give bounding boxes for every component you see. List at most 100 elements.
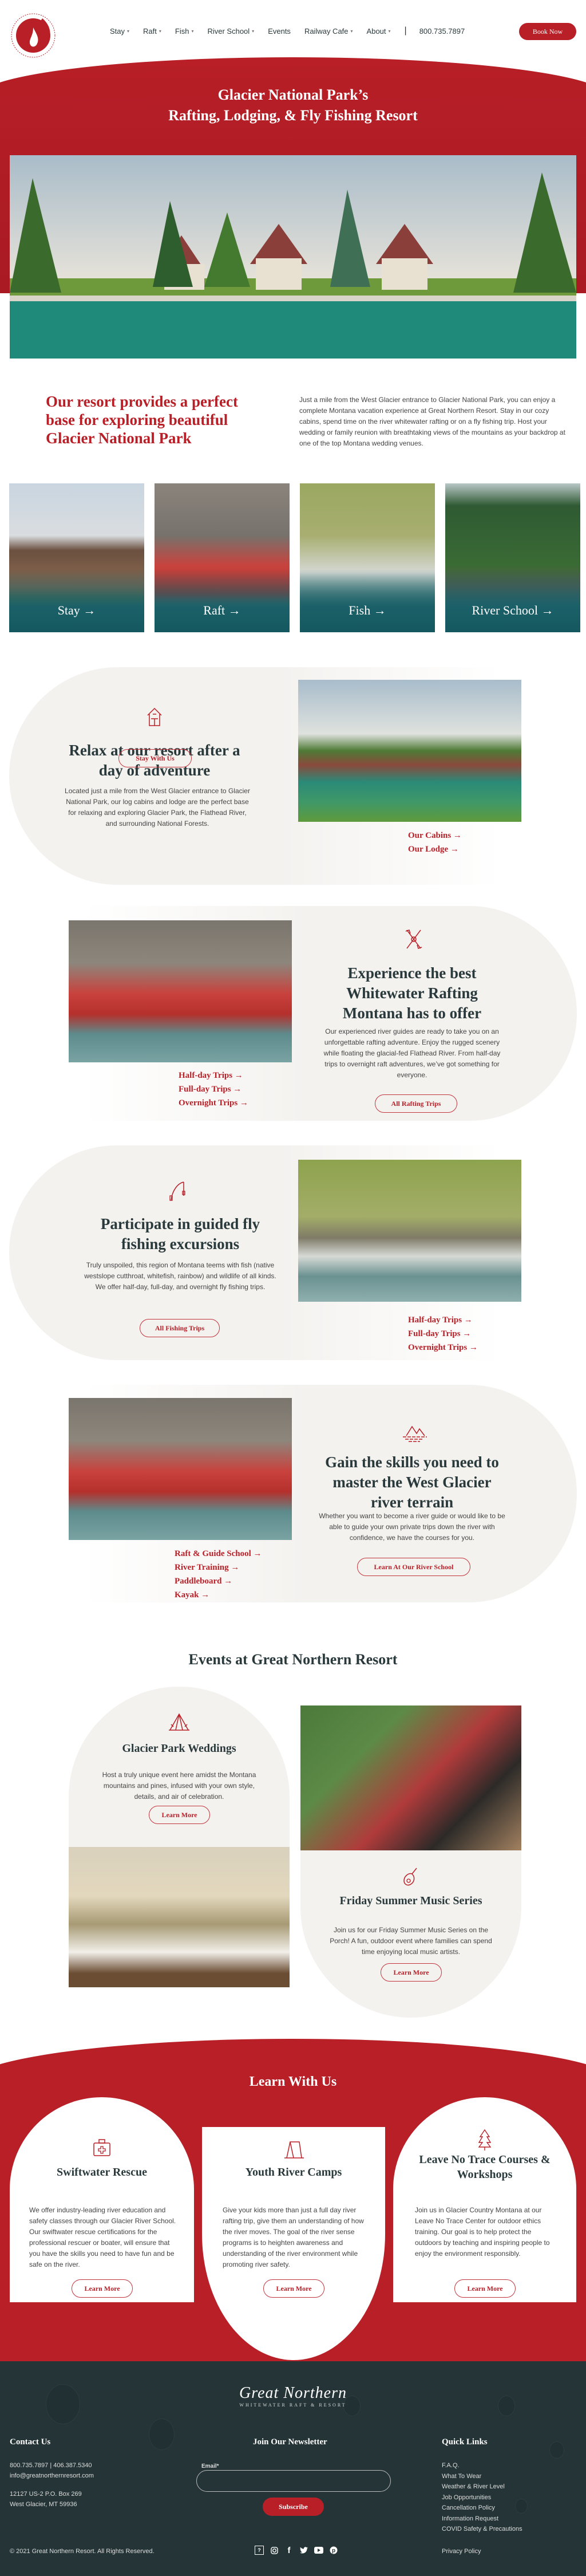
- fishing-rod-icon: [169, 1181, 185, 1201]
- social-links: ? f p: [255, 2546, 338, 2555]
- feature-body: Truly unspoiled, this region of Montana …: [84, 1261, 276, 1291]
- instagram-icon[interactable]: [270, 2546, 279, 2555]
- contact-heading: Contact Us: [10, 2437, 51, 2447]
- our-cabins-link[interactable]: Our Cabins →: [408, 831, 462, 841]
- svg-text:p: p: [332, 2548, 335, 2554]
- fishing-links: Half-day Trips → Full-day Trips → Overni…: [408, 1315, 478, 1353]
- nav-railway-cafe[interactable]: Railway Cafe ▾: [304, 27, 353, 36]
- footer-logo-main: Great Northern: [239, 2384, 347, 2402]
- feature-heading: Participate in guided fly fishing excurs…: [100, 1215, 260, 1252]
- overnight-trips-link[interactable]: Overnight Trips →: [408, 1343, 478, 1353]
- faq-link[interactable]: F.A.Q.: [442, 2460, 522, 2471]
- site-header: Stay ▾ Raft ▾ Fish ▾ River School ▾ Events R…: [0, 0, 586, 63]
- rafting-links: Half-day Trips → Full-day Trips → Overni…: [179, 1071, 248, 1108]
- live-music-image: [300, 1705, 521, 1850]
- nav-label: Stay: [110, 26, 125, 36]
- all-fishing-trips-button[interactable]: All Fishing Trips: [140, 1319, 220, 1337]
- our-lodge-link[interactable]: Our Lodge →: [408, 845, 462, 854]
- nav-about[interactable]: About ▾: [367, 27, 391, 36]
- leave-no-trace-learn-more-button[interactable]: Learn More: [454, 2279, 516, 2298]
- camp-tent-icon: [284, 2141, 304, 2159]
- nav-events[interactable]: Events: [268, 27, 291, 36]
- nav-raft[interactable]: Raft ▾: [143, 27, 161, 36]
- raft-guide-school-link[interactable]: Raft & Guide School →: [175, 1549, 262, 1559]
- privacy-policy-link[interactable]: Privacy Policy: [442, 2546, 481, 2557]
- tile-shade: [155, 569, 290, 632]
- chevron-down-icon: ▾: [388, 28, 391, 34]
- tile-raft[interactable]: Raft →: [155, 483, 290, 632]
- bubble-decoration: [149, 2419, 175, 2450]
- pinterest-icon[interactable]: p: [329, 2546, 338, 2555]
- learn-heading: Learn With Us: [249, 2074, 337, 2089]
- kayak-link[interactable]: Kayak →: [175, 1590, 262, 1600]
- learn-card-title: Youth River Camps: [245, 2166, 342, 2179]
- youth-camps-learn-more-button[interactable]: Learn More: [263, 2279, 324, 2298]
- nav-label: Raft: [143, 26, 157, 36]
- information-request-link[interactable]: Information Request: [442, 2514, 522, 2524]
- cancellation-policy-link[interactable]: Cancellation Policy: [442, 2503, 522, 2514]
- footer-logo[interactable]: Great Northern WHITEWATER RAFT & RESORT: [0, 2384, 586, 2408]
- river-training-link[interactable]: River Training →: [175, 1563, 262, 1573]
- half-day-trips-link[interactable]: Half-day Trips →: [179, 1071, 248, 1081]
- nav-river-school[interactable]: River School ▾: [207, 27, 254, 36]
- half-day-trips-link[interactable]: Half-day Trips →: [408, 1315, 478, 1325]
- nav-stay[interactable]: Stay ▾: [110, 27, 129, 36]
- site-footer: Great Northern WHITEWATER RAFT & RESORT …: [0, 2361, 586, 2576]
- youtube-icon[interactable]: [314, 2546, 323, 2555]
- full-day-trips-link[interactable]: Full-day Trips →: [408, 1329, 478, 1339]
- fly-fishing-image: [298, 1160, 521, 1302]
- cabins-pond-image: [298, 680, 521, 822]
- music-learn-more-button[interactable]: Learn More: [381, 1963, 442, 1982]
- feature-body: Located just a mile from the West Glacie…: [65, 787, 250, 828]
- covid-safety-link[interactable]: COVID Safety & Precautions: [442, 2524, 522, 2535]
- learn-card-body: Give your kids more than just a full day…: [223, 2206, 364, 2268]
- quick-links-list: F.A.Q. What To Wear Weather & River Leve…: [442, 2460, 522, 2535]
- job-opportunities-link[interactable]: Job Opportunities: [442, 2492, 522, 2503]
- paddleboard-link[interactable]: Paddleboard →: [175, 1577, 262, 1586]
- address-line1: 12127 US-2 P.O. Box 269: [10, 2491, 82, 2498]
- tile-stay[interactable]: Stay →: [9, 483, 144, 632]
- tile-label: Raft →: [203, 603, 241, 617]
- tile-shade: [445, 569, 580, 632]
- learn-at-river-school-button[interactable]: Learn At Our River School: [357, 1558, 470, 1576]
- learn-card-body: We offer industry-leading river educatio…: [29, 2206, 176, 2268]
- nav-phone-link[interactable]: 800.735.7897: [419, 27, 465, 36]
- twitter-icon[interactable]: [299, 2546, 308, 2555]
- learn-card-title: Swiftwater Rescue: [57, 2166, 147, 2179]
- book-now-button[interactable]: Book Now: [519, 23, 576, 40]
- bubble-decoration: [549, 2441, 564, 2459]
- paddles-icon: [405, 929, 422, 949]
- feature-body: Whether you want to become a river guide…: [319, 1512, 505, 1542]
- nav-fish[interactable]: Fish ▾: [175, 27, 194, 36]
- contact-email-link[interactable]: info@greatnorthernresort.com: [10, 2472, 94, 2479]
- weddings-card: Glacier Park Weddings Host a truly uniqu…: [69, 1687, 290, 1987]
- learn-card-body: Join us in Glacier Country Montana at ou…: [415, 2206, 550, 2258]
- all-rafting-trips-button[interactable]: All Rafting Trips: [375, 1094, 457, 1113]
- what-to-wear-link[interactable]: What To Wear: [442, 2471, 522, 2482]
- nav-label: Events: [268, 26, 291, 36]
- chevron-down-icon: ▾: [350, 28, 353, 34]
- swiftwater-learn-more-button[interactable]: Learn More: [72, 2279, 133, 2298]
- chevron-down-icon: ▾: [191, 28, 194, 34]
- nav-label: Fish: [175, 26, 189, 36]
- weddings-body: Host a truly unique event here amidst th…: [102, 1771, 256, 1801]
- facebook-icon[interactable]: f: [284, 2546, 294, 2555]
- tile-label: Stay →: [57, 603, 96, 617]
- logo[interactable]: [8, 8, 58, 58]
- feature-raft: Experience the best Whitewater Rafting M…: [0, 906, 586, 1121]
- tile-shade: [9, 569, 144, 632]
- weddings-learn-more-button[interactable]: Learn More: [149, 1806, 210, 1824]
- subscribe-button[interactable]: Subscribe: [263, 2498, 324, 2516]
- tripadvisor-icon[interactable]: ?: [255, 2546, 264, 2555]
- tile-river-school[interactable]: River School →: [445, 483, 580, 632]
- newsletter-email-input[interactable]: [196, 2470, 391, 2492]
- tile-fish[interactable]: Fish →: [300, 483, 435, 632]
- weather-river-level-link[interactable]: Weather & River Level: [442, 2482, 522, 2492]
- stay-with-us-button[interactable]: Stay With Us: [118, 749, 192, 767]
- newsletter-heading: Join Our Newsletter: [253, 2437, 327, 2447]
- music-title: Friday Summer Music Series: [339, 1894, 482, 1907]
- full-day-trips-link[interactable]: Full-day Trips →: [179, 1085, 248, 1094]
- overnight-trips-link[interactable]: Overnight Trips →: [179, 1098, 248, 1108]
- learn-card-title: Leave No Trace Courses & Workshops: [419, 2153, 551, 2181]
- contact-phones[interactable]: 800.735.7897 | 406.387.5340: [10, 2460, 94, 2471]
